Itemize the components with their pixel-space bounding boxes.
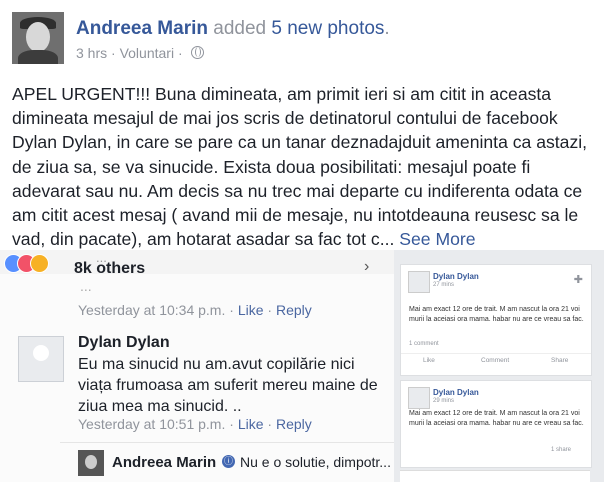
card-time: 29 mins bbox=[433, 398, 455, 404]
see-more-link[interactable]: See More bbox=[399, 229, 475, 249]
post-location-link[interactable]: Voluntari bbox=[120, 45, 174, 61]
card-stub bbox=[400, 470, 590, 482]
comment-time: Yesterday at 10:34 p.m. bbox=[78, 302, 226, 318]
post-time-link[interactable]: 3 hrs bbox=[76, 45, 107, 61]
post-meta: 3 hrs · Voluntari · bbox=[76, 45, 204, 61]
chevron-right-icon: › bbox=[364, 258, 370, 275]
card-author: Dylan Dylan bbox=[433, 388, 479, 397]
meta-separator: · bbox=[229, 416, 234, 432]
screenshot-post-card: Dylan Dylan 27 mins ✚ Mai am exact 12 or… bbox=[400, 264, 592, 376]
meta-separator: · bbox=[229, 302, 234, 318]
reactions-bar: ... 8k others › bbox=[0, 250, 394, 277]
reply-avatar bbox=[78, 450, 104, 476]
card-count: 1 comment bbox=[409, 341, 439, 347]
comment-like-link: Like bbox=[237, 302, 264, 318]
card-share: Share bbox=[551, 357, 569, 364]
comment-like-link: Like bbox=[237, 416, 264, 432]
card-avatar bbox=[408, 271, 430, 293]
comment-meta: Yesterday at 10:34 p.m. · Like · Reply bbox=[78, 302, 312, 318]
meta-separator: · bbox=[267, 416, 273, 432]
reactions-count: 8k others bbox=[74, 260, 146, 277]
card-text: Mai am exact 12 ore de trait. M am nascu… bbox=[409, 306, 584, 323]
photo-post-screenshot[interactable]: Dylan Dylan 27 mins ✚ Mai am exact 12 or… bbox=[394, 250, 604, 482]
divider bbox=[60, 442, 394, 443]
meta-separator: · bbox=[177, 45, 183, 61]
comment-reply-link: Reply bbox=[275, 416, 312, 432]
comment-text: Eu ma sinucid nu am.avut copilărie nici … bbox=[78, 356, 378, 415]
reply-text: Nu e o solutie, dimpotr... bbox=[240, 454, 391, 470]
avatar-face-shape bbox=[26, 22, 50, 52]
author-avatar[interactable] bbox=[12, 12, 64, 64]
card-comment: Comment bbox=[481, 357, 510, 364]
photos-link[interactable]: 5 new photos bbox=[271, 18, 384, 39]
post-action-text: added bbox=[213, 18, 267, 39]
commenter-name: Dylan Dylan bbox=[78, 334, 170, 351]
haha-reaction-icon bbox=[30, 254, 49, 273]
card-count: 1 share bbox=[551, 447, 572, 453]
card-like: Like bbox=[423, 357, 435, 364]
comment-meta: Yesterday at 10:51 p.m. · Like · Reply bbox=[78, 416, 312, 432]
commenter-avatar bbox=[18, 336, 64, 382]
reply-author-name: Andreea Marin bbox=[112, 454, 217, 471]
avatar-body-shape bbox=[18, 50, 58, 64]
cut-off-comment-line: ... bbox=[80, 278, 92, 294]
meta-separator: · bbox=[267, 302, 273, 318]
author-name-link[interactable]: Andreea Marin bbox=[76, 18, 208, 39]
meta-separator: · bbox=[111, 45, 116, 61]
card-time: 27 mins bbox=[433, 282, 455, 288]
plus-icon: ✚ bbox=[573, 274, 583, 286]
globe-icon[interactable] bbox=[190, 46, 204, 59]
comment-time: Yesterday at 10:51 p.m. bbox=[78, 416, 226, 432]
post-header: Andreea Marin added 5 new photos. bbox=[76, 18, 390, 40]
card-text: Mai am exact 12 ore de trait. M am nascu… bbox=[409, 410, 584, 427]
post-body: APEL URGENT!!! Buna dimineata, am primit… bbox=[12, 84, 588, 250]
info-icon: ⓘ bbox=[222, 455, 235, 468]
comment-reply-link: Reply bbox=[275, 302, 312, 318]
screenshot-post-card: Dylan Dylan 29 mins Mai am exact 12 ore … bbox=[400, 380, 592, 468]
card-avatar bbox=[408, 387, 430, 409]
card-author: Dylan Dylan bbox=[433, 272, 479, 281]
post-text: APEL URGENT!!! Buna dimineata, am primit… bbox=[12, 82, 598, 251]
card-actions: Like Comment Share bbox=[401, 353, 591, 368]
header-period: . bbox=[384, 18, 390, 39]
photo-comment-screenshot[interactable]: ... 8k others › ... Yesterday at 10:34 p… bbox=[0, 250, 394, 482]
